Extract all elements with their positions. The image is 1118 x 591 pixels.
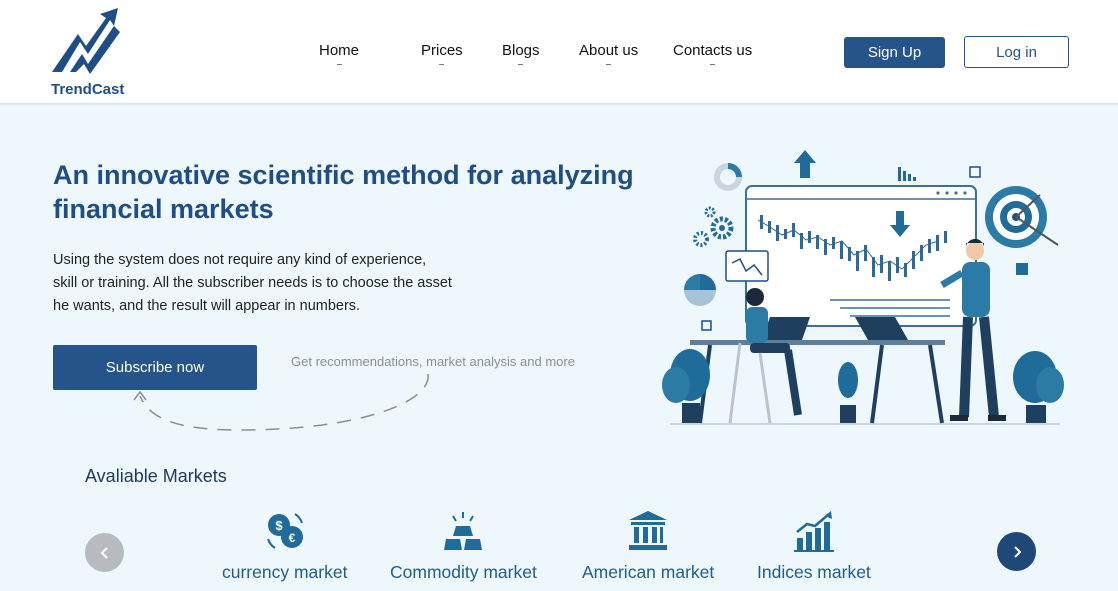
market-american[interactable]: American market	[582, 508, 714, 583]
header: TrendCast Home Prices Blogs About us Con…	[0, 0, 1118, 105]
carousel-prev-button[interactable]	[85, 533, 124, 572]
svg-text:$: $	[275, 518, 283, 533]
market-label: Indices market	[757, 562, 871, 582]
sign-up-button[interactable]: Sign Up	[844, 37, 945, 68]
market-indices[interactable]: Indices market	[757, 508, 871, 583]
bank-icon	[629, 511, 668, 550]
hero-note: Get recommendations, market analysis and…	[291, 354, 575, 369]
currency-exchange-icon: $ €	[266, 513, 303, 549]
hero-title: An innovative scientific method for anal…	[53, 160, 634, 224]
log-in-button[interactable]: Log in	[964, 36, 1069, 68]
nav-blogs[interactable]: Blogs	[502, 42, 540, 65]
trading-team-illustration	[662, 150, 1064, 425]
market-label: American market	[582, 562, 715, 582]
bar-chart-growth-icon	[793, 511, 834, 552]
gold-bars-icon	[444, 512, 483, 550]
market-commodity[interactable]: Commodity market	[390, 508, 537, 583]
market-label: currency market	[222, 562, 348, 582]
logo-text: TrendCast	[51, 81, 125, 98]
carousel-next-button[interactable]	[997, 532, 1036, 571]
dashed-curve-arrow-icon	[133, 373, 429, 431]
nav-contacts-us[interactable]: Contacts us	[673, 42, 752, 65]
nav-prices[interactable]: Prices	[421, 42, 463, 65]
hero-description: Using the system does not require any ki…	[53, 252, 452, 314]
chevron-right-icon	[1013, 545, 1021, 558]
svg-text:€: €	[288, 531, 295, 545]
nav-about-us[interactable]: About us	[579, 42, 638, 65]
market-label: Commodity market	[390, 562, 537, 582]
chevron-left-icon	[100, 546, 108, 559]
markets-title: Avaliable Markets	[85, 466, 227, 486]
nav-home[interactable]: Home	[319, 42, 359, 65]
market-currency[interactable]: $ € currency market	[222, 508, 347, 583]
